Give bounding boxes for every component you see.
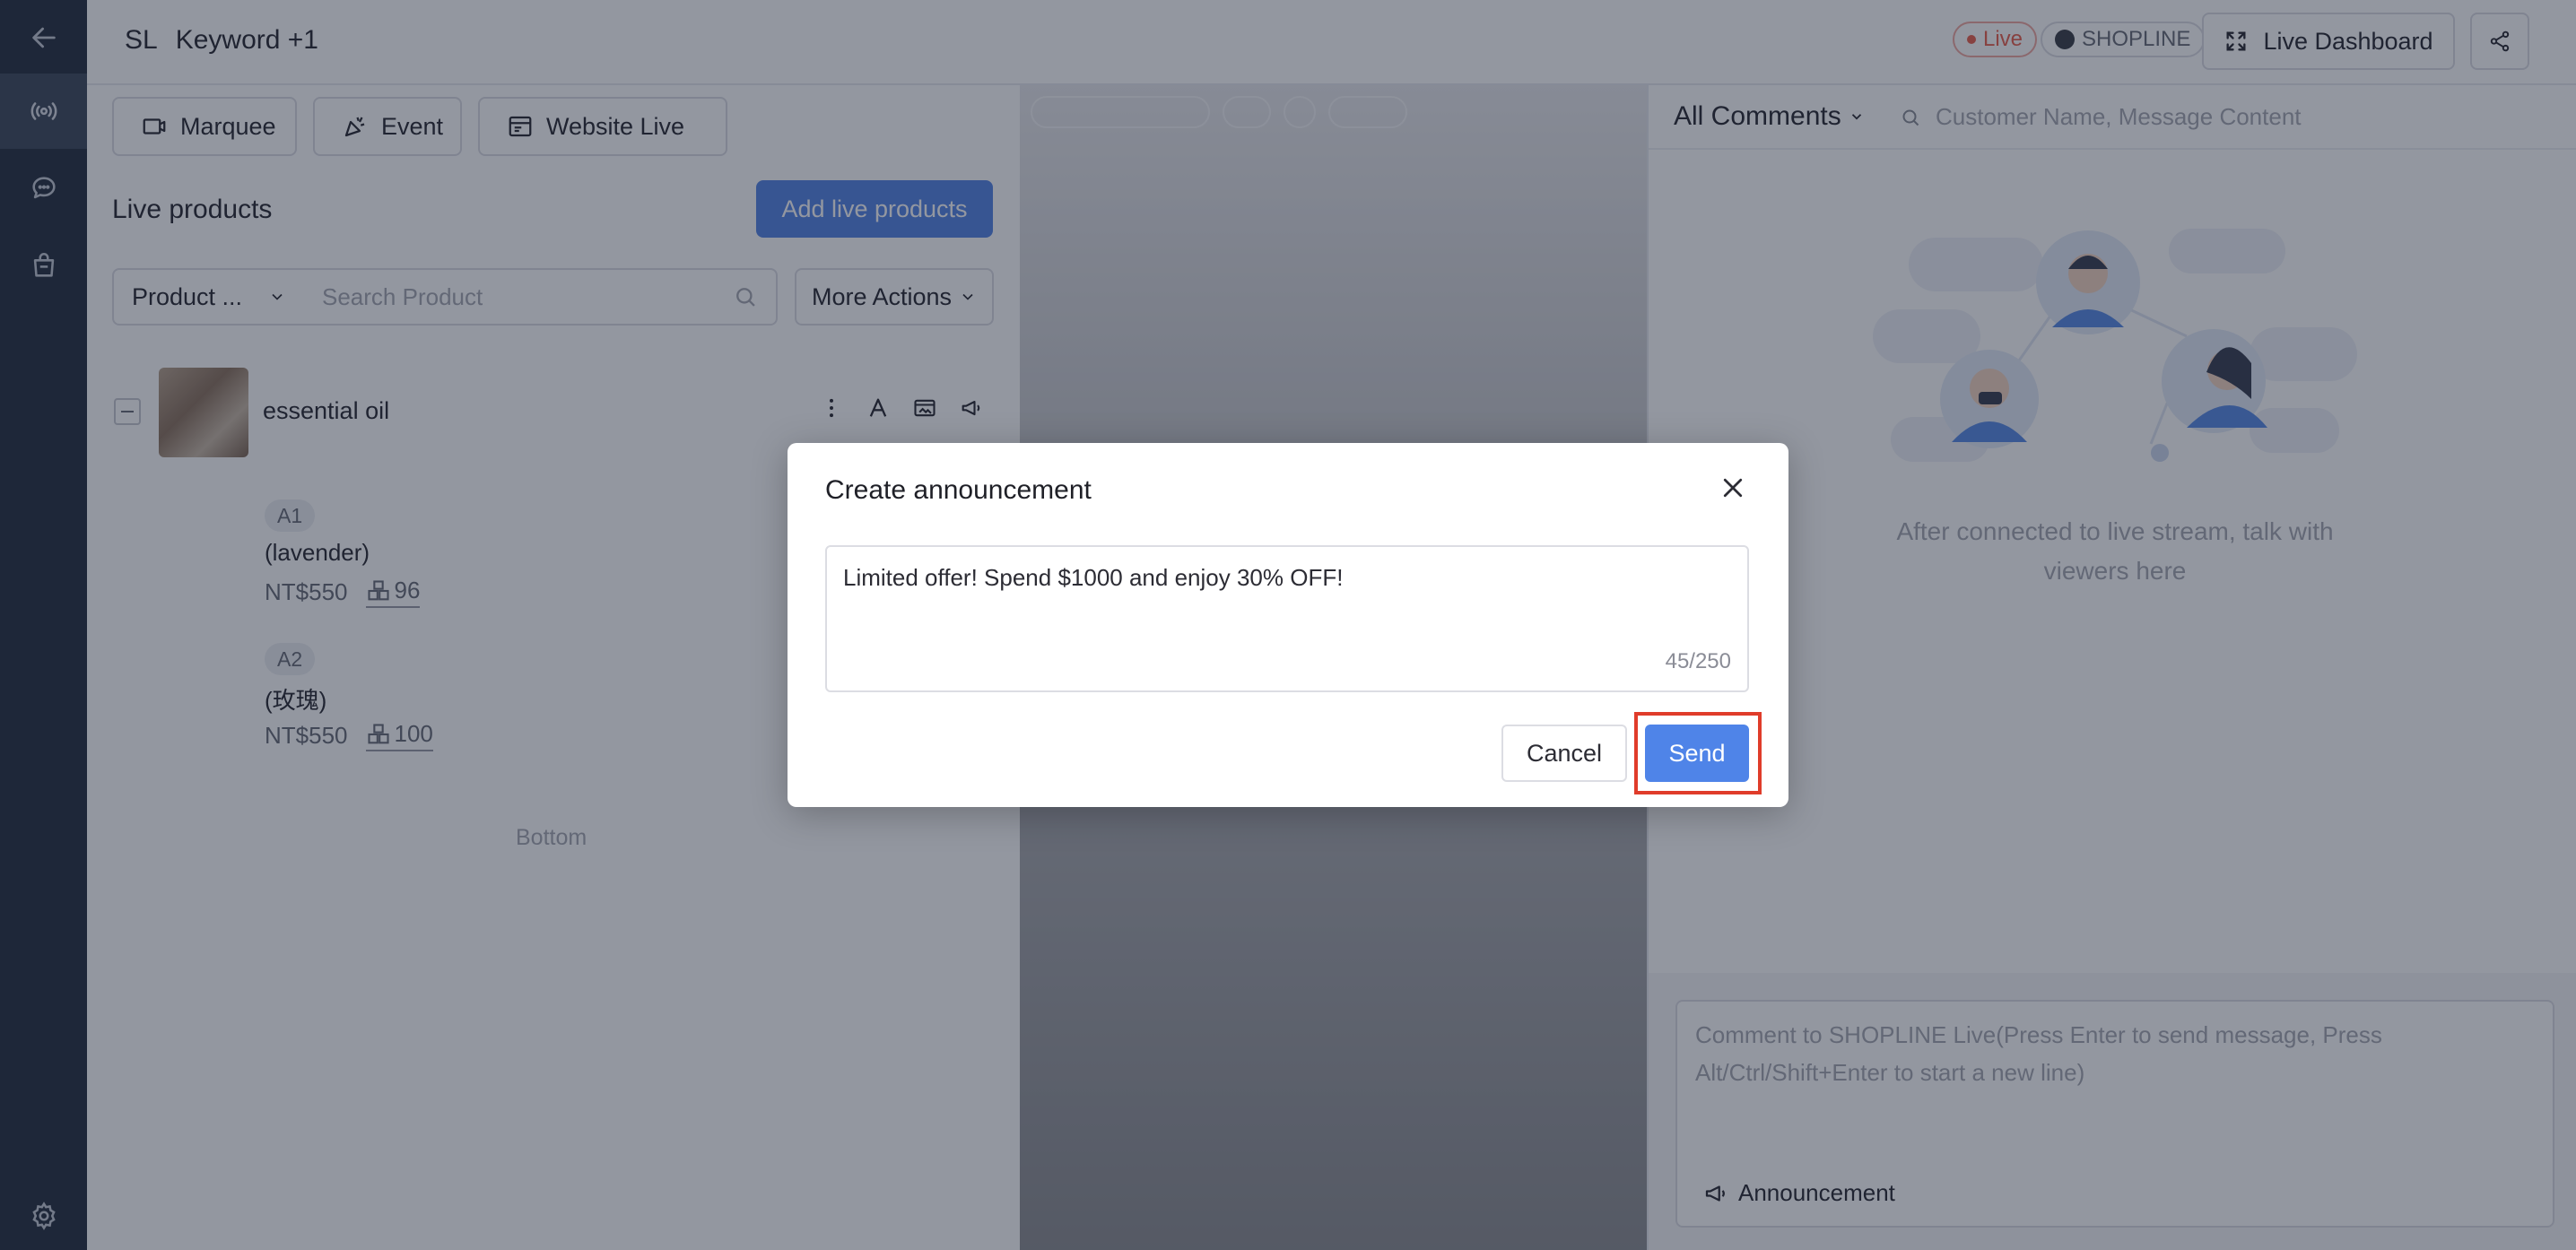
announcement-textarea[interactable]: Limited offer! Spend $1000 and enjoy 30%… [825,545,1749,692]
char-counter: 45/250 [1665,649,1731,673]
dialog-title: Create announcement [825,475,1092,505]
close-icon [1723,478,1743,498]
create-announcement-dialog: Create announcement Limited offer! Spend… [788,443,1788,807]
send-button[interactable]: Send [1645,725,1749,782]
close-button[interactable] [1715,470,1751,506]
cancel-button[interactable]: Cancel [1501,725,1627,782]
